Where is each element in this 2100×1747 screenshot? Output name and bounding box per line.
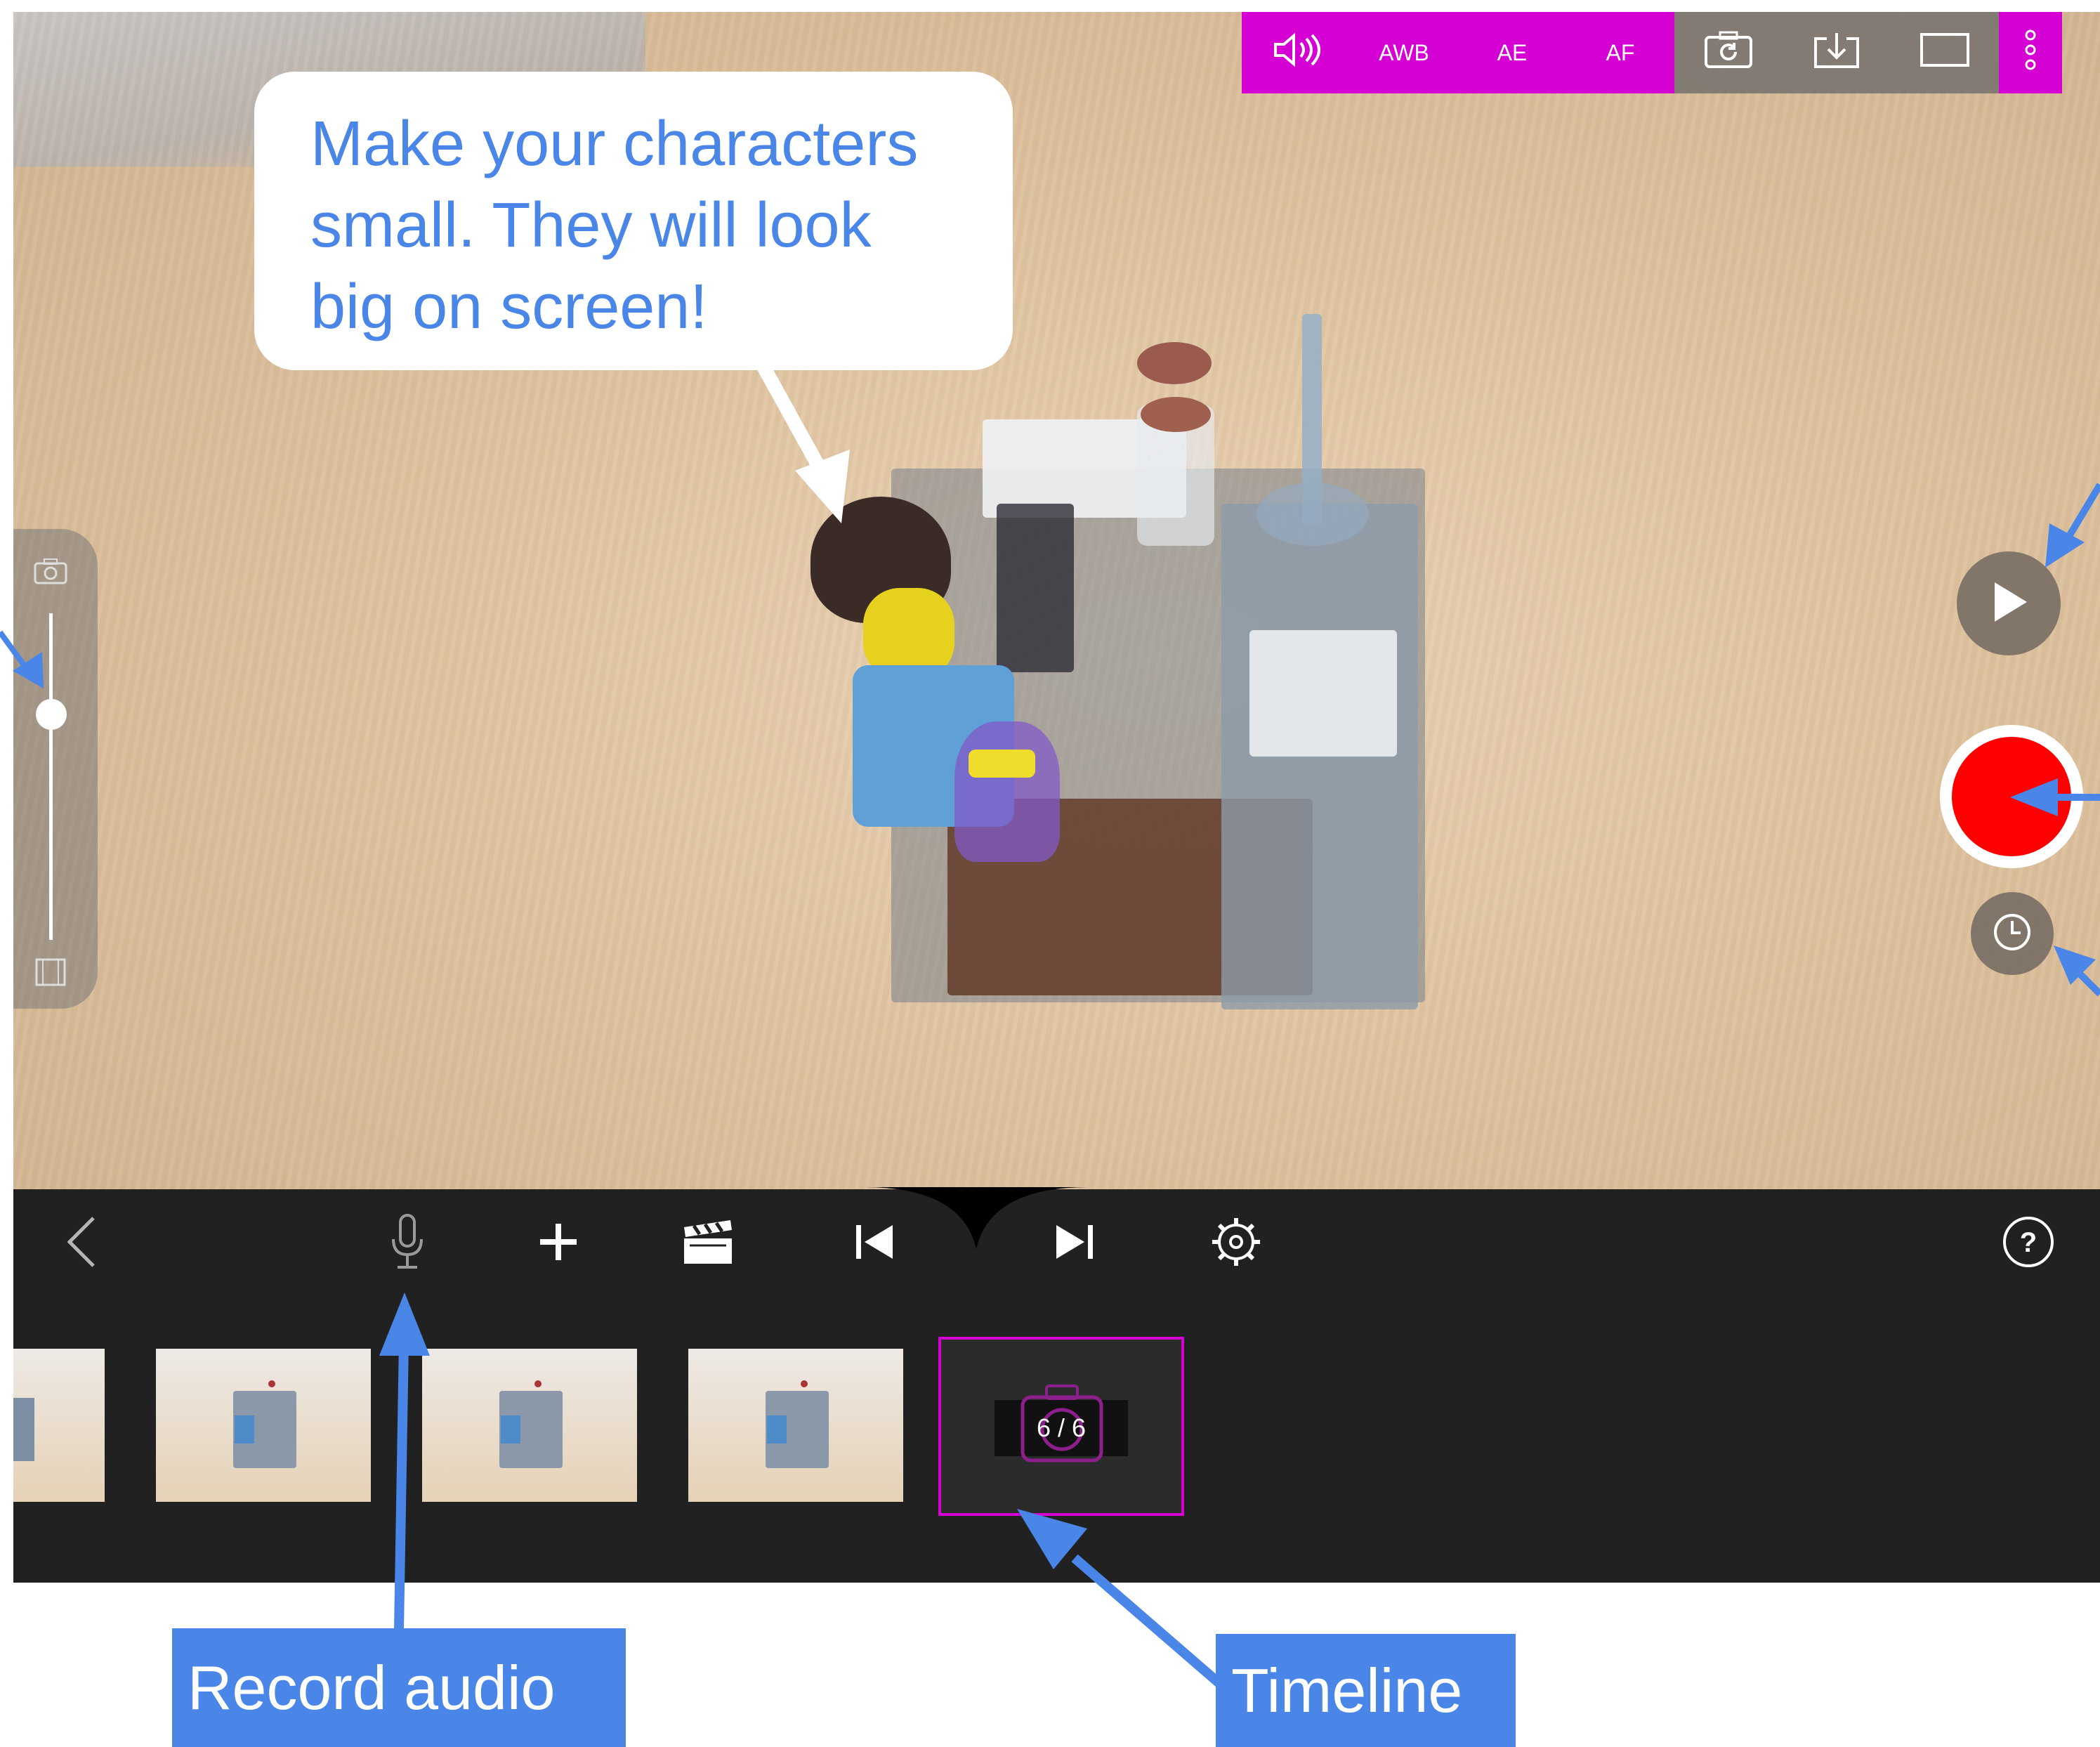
annotation-arrows <box>0 483 2100 1689</box>
record-audio-callout: Record audio <box>172 1628 626 1747</box>
timeline-callout: Timeline <box>1216 1634 1516 1747</box>
